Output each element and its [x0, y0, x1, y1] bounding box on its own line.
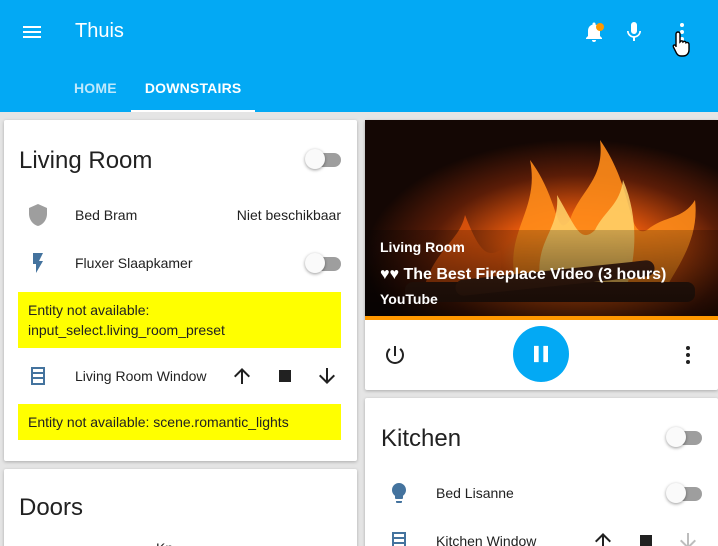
- arrow-down-icon: [680, 533, 696, 546]
- warning-preset: Entity not available: input_select.livin…: [18, 292, 341, 348]
- tab-downstairs[interactable]: DOWNSTAIRS: [130, 64, 256, 112]
- cover-stop-button[interactable]: [271, 362, 299, 390]
- microphone-icon: [627, 22, 641, 41]
- view-tabs: HOME DOWNSTAIRS: [60, 64, 256, 112]
- warning-scene: Entity not available: scene.romantic_lig…: [18, 404, 341, 440]
- kitchen-title: Kitchen: [381, 425, 462, 452]
- notification-badge: [596, 23, 604, 31]
- cover-stop-button[interactable]: [632, 527, 660, 546]
- menu-button[interactable]: [16, 16, 48, 48]
- window-shutter-icon: [387, 529, 411, 546]
- media-progress-bar: [365, 316, 718, 320]
- living-room-title: Living Room: [19, 147, 153, 174]
- page-title: Thuis: [75, 20, 124, 42]
- cover-open-button[interactable]: [589, 527, 617, 546]
- cover-close-button[interactable]: [674, 527, 702, 546]
- doors-card: Doors Kn: [4, 469, 357, 546]
- pause-icon: [534, 345, 548, 363]
- media-more-button[interactable]: [674, 341, 702, 369]
- entity-name: Bed Lisanne: [436, 485, 514, 501]
- media-player-card: Living Room ♥♥ The Best Fireplace Video …: [365, 120, 718, 390]
- stop-icon: [279, 370, 291, 382]
- entity-name: Fluxer Slaapkamer: [75, 255, 193, 271]
- entity-row-bed-lisanne[interactable]: Bed Lisanne: [365, 473, 718, 513]
- menu-icon: [23, 26, 41, 38]
- media-play-pause-button[interactable]: [513, 326, 569, 382]
- flash-icon: [26, 251, 50, 275]
- entity-name: Kitchen Window: [436, 533, 537, 546]
- window-shutter-icon: [26, 364, 50, 388]
- stop-icon: [640, 535, 652, 546]
- notifications-button[interactable]: [578, 16, 610, 48]
- entity-state: Niet beschikbaar: [236, 207, 341, 223]
- arrow-up-icon: [595, 533, 611, 546]
- shield-icon: [26, 203, 50, 227]
- entity-row-kitchen-window: Kitchen Window: [365, 521, 718, 546]
- voice-command-button[interactable]: [618, 16, 650, 48]
- cover-open-button[interactable]: [228, 362, 256, 390]
- tab-home[interactable]: HOME: [60, 64, 131, 112]
- media-title: ♥♥ The Best Fireplace Video (3 hours): [380, 266, 667, 283]
- media-player-name: Living Room: [380, 239, 465, 255]
- fluxer-toggle[interactable]: [305, 253, 341, 273]
- living-room-card: Living Room Bed Bram Niet beschikbaar Fl…: [4, 120, 357, 461]
- lightbulb-icon: [387, 481, 411, 505]
- bed-lisanne-toggle[interactable]: [666, 483, 702, 503]
- media-power-button[interactable]: [381, 341, 409, 369]
- kitchen-card: Kitchen Bed Lisanne Kitchen Window: [365, 398, 718, 546]
- arrow-up-icon: [234, 368, 250, 384]
- entity-name: Living Room Window: [75, 368, 207, 384]
- entity-row-fluxer[interactable]: Fluxer Slaapkamer: [4, 243, 357, 283]
- kitchen-toggle[interactable]: [666, 427, 702, 447]
- doors-partial-label: Kn: [156, 540, 173, 546]
- entity-row-bed-bram[interactable]: Bed Bram Niet beschikbaar: [4, 195, 357, 235]
- power-icon: [386, 346, 404, 364]
- media-app-name: YouTube: [380, 291, 438, 307]
- entity-name: Bed Bram: [75, 207, 138, 223]
- doors-title: Doors: [19, 494, 84, 521]
- hand-cursor-icon: [672, 31, 690, 57]
- app-header: Thuis HOME DOWNSTAIRS: [0, 0, 718, 112]
- living-room-toggle[interactable]: [305, 149, 341, 169]
- more-vertical-icon: [686, 346, 690, 364]
- arrow-down-icon: [319, 368, 335, 384]
- entity-row-living-room-window: Living Room Window: [4, 356, 357, 396]
- cover-close-button[interactable]: [313, 362, 341, 390]
